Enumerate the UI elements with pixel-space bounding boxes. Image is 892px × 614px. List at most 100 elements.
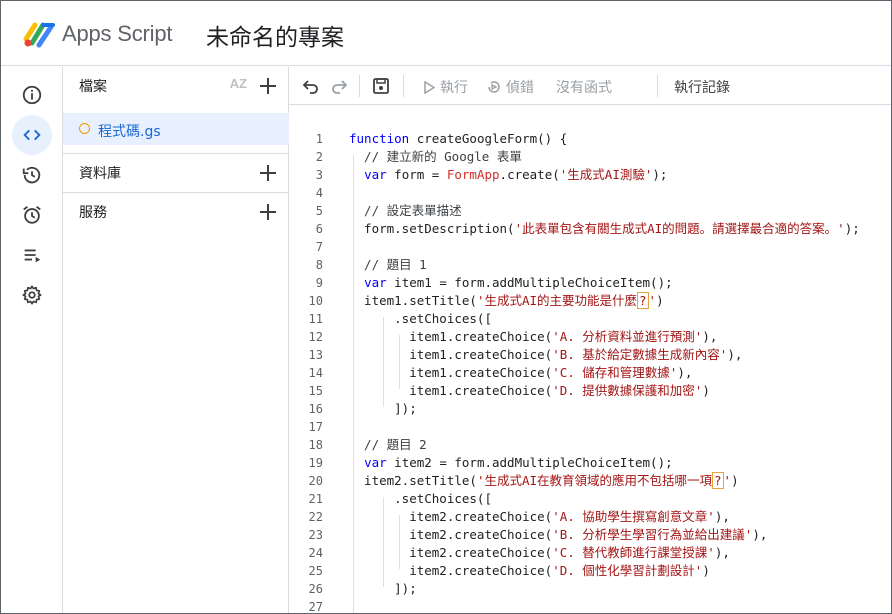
code-token: .create( <box>499 167 560 182</box>
code-line[interactable]: 7 <box>289 238 891 256</box>
libraries-label: 資料庫 <box>79 166 121 182</box>
line-number: 21 <box>308 492 323 506</box>
code-token: FormApp <box>446 167 500 182</box>
add-service-plus-icon[interactable] <box>257 201 279 223</box>
code-token: ) <box>656 293 664 308</box>
line-number: 10 <box>308 294 323 308</box>
code-text: .setChoices([ <box>349 310 492 328</box>
code-token: 'B. 基於給定數據生成新內容' <box>552 347 728 362</box>
code-token: // 設定表單描述 <box>349 203 462 218</box>
line-number: 5 <box>315 204 323 218</box>
code-token: createGoogleForm() { <box>409 131 568 146</box>
code-token: 'C. 替代教師進行課堂授課' <box>552 545 715 560</box>
triggers-button[interactable] <box>12 195 52 235</box>
left-nav-rail <box>1 67 63 613</box>
line-number: 25 <box>308 564 323 578</box>
undo-icon[interactable] <box>301 76 321 96</box>
line-number: 4 <box>315 186 323 200</box>
files-label: 檔案 <box>79 79 107 95</box>
save-icon[interactable] <box>371 76 391 96</box>
code-line[interactable]: 24 item2.createChoice('C. 替代教師進行課堂授課'), <box>289 544 891 562</box>
settings-button[interactable] <box>12 275 52 315</box>
line-number: 22 <box>308 510 323 524</box>
code-text: item1.createChoice('A. 分析資料並進行預測'), <box>349 328 717 346</box>
debug-label: 偵錯 <box>506 80 534 96</box>
function-select[interactable]: 沒有函式 <box>556 77 612 97</box>
code-line[interactable]: 27 <box>289 598 891 613</box>
debug-button[interactable]: 偵錯 <box>487 77 534 97</box>
code-line[interactable]: 15 item1.createChoice('D. 提供數據保護和加密') <box>289 382 891 400</box>
editor-button[interactable] <box>12 115 52 155</box>
code-text: item2.createChoice('B. 分析學生學習行為並給出建議'), <box>349 526 767 544</box>
code-token: ); <box>844 221 860 236</box>
code-line[interactable]: 25 item2.createChoice('D. 個性化學習計劃設計') <box>289 562 891 580</box>
executions-button[interactable] <box>12 235 52 275</box>
code-editor[interactable]: 1 function createGoogleForm() {2 // 建立新的 … <box>289 106 891 613</box>
code-token: 'D. 個性化學習計劃設計' <box>552 563 703 578</box>
toolbar-divider <box>657 75 658 97</box>
apps-script-window: Apps Script 未命名的專案 檔案 AZ 程式碼.gs 資料庫 服務 執… <box>0 0 892 614</box>
run-button[interactable]: 執行 <box>423 77 468 97</box>
files-panel: 檔案 AZ 程式碼.gs 資料庫 服務 <box>63 67 289 613</box>
code-line[interactable]: 12 item1.createChoice('A. 分析資料並進行預測'), <box>289 328 891 346</box>
apps-script-logo-icon[interactable] <box>23 19 57 49</box>
code-icon <box>23 129 41 141</box>
redo-icon[interactable] <box>329 76 349 96</box>
code-line[interactable]: 4 <box>289 184 891 202</box>
code-line[interactable]: 11 .setChoices([ <box>289 310 891 328</box>
code-line[interactable]: 21 .setChoices([ <box>289 490 891 508</box>
code-token: // 建立新的 Google 表單 <box>349 149 522 164</box>
add-library-plus-icon[interactable] <box>257 162 279 184</box>
code-line[interactable]: 2 // 建立新的 Google 表單 <box>289 148 891 166</box>
code-token: 'A. 協助學生撰寫創意文章' <box>552 509 715 524</box>
line-number: 23 <box>308 528 323 542</box>
code-line[interactable]: 13 item1.createChoice('B. 基於給定數據生成新內容'), <box>289 346 891 364</box>
file-item-code-gs[interactable]: 程式碼.gs <box>63 113 289 145</box>
code-line[interactable]: 23 item2.createChoice('B. 分析學生學習行為並給出建議'… <box>289 526 891 544</box>
code-token: item1.createChoice( <box>349 329 553 344</box>
code-text: var item1 = form.addMultipleChoiceItem()… <box>349 274 673 292</box>
project-title[interactable]: 未命名的專案 <box>206 18 344 52</box>
sort-az-button[interactable]: AZ <box>230 76 247 91</box>
line-number: 15 <box>308 384 323 398</box>
code-line[interactable]: 22 item2.createChoice('A. 協助學生撰寫創意文章'), <box>289 508 891 526</box>
code-line[interactable]: 26 ]); <box>289 580 891 598</box>
line-number: 6 <box>315 222 323 236</box>
code-line[interactable]: 16 ]); <box>289 400 891 418</box>
code-line[interactable]: 3 var form = FormApp.create('生成式AI測驗'); <box>289 166 891 184</box>
execution-log-button[interactable]: 執行記錄 <box>674 77 730 97</box>
code-line[interactable]: 17 <box>289 418 891 436</box>
code-line[interactable]: 18 // 題目 2 <box>289 436 891 454</box>
code-token: item2.createChoice( <box>349 563 553 578</box>
code-line[interactable]: 5 // 設定表單描述 <box>289 202 891 220</box>
toolbar-divider <box>403 75 404 97</box>
code-line[interactable]: 9 var item1 = form.addMultipleChoiceItem… <box>289 274 891 292</box>
code-token: item1.createChoice( <box>349 347 553 362</box>
code-token: item2.createChoice( <box>349 527 553 542</box>
code-line[interactable]: 20 item2.setTitle('生成式AI在教育領域的應用不包括哪一項? '… <box>289 472 891 490</box>
file-name: 程式碼.gs <box>98 124 161 140</box>
code-line[interactable]: 10 item1.setTitle('生成式AI的主要功能是什麼? ') <box>289 292 891 310</box>
code-token: '生成式AI測驗' <box>559 167 653 182</box>
info-icon <box>22 85 42 105</box>
code-token: item2.createChoice( <box>349 545 553 560</box>
app-name: Apps Script <box>62 21 173 46</box>
file-status-dot-icon <box>79 123 90 134</box>
code-line[interactable]: 1 function createGoogleForm() { <box>289 130 891 148</box>
line-number: 2 <box>315 150 323 164</box>
line-number: 11 <box>308 312 323 326</box>
add-file-plus-icon[interactable] <box>257 75 279 97</box>
code-token: item2.createChoice( <box>349 509 553 524</box>
code-line[interactable]: 19 var item2 = form.addMultipleChoiceIte… <box>289 454 891 472</box>
alarm-icon <box>23 206 41 224</box>
code-line[interactable]: 14 item1.createChoice('C. 儲存和管理數據'), <box>289 364 891 382</box>
top-bar: Apps Script 未命名的專案 <box>1 1 891 66</box>
code-line[interactable]: 8 // 題目 1 <box>289 256 891 274</box>
code-line[interactable]: 6 form.setDescription('此表單包含有關生成式AI的問題。請… <box>289 220 891 238</box>
versions-button[interactable] <box>12 155 52 195</box>
code-text: item2.createChoice('A. 協助學生撰寫創意文章'), <box>349 508 730 526</box>
code-token: ); <box>652 167 668 182</box>
overview-button[interactable] <box>12 75 52 115</box>
history-icon <box>22 166 41 184</box>
